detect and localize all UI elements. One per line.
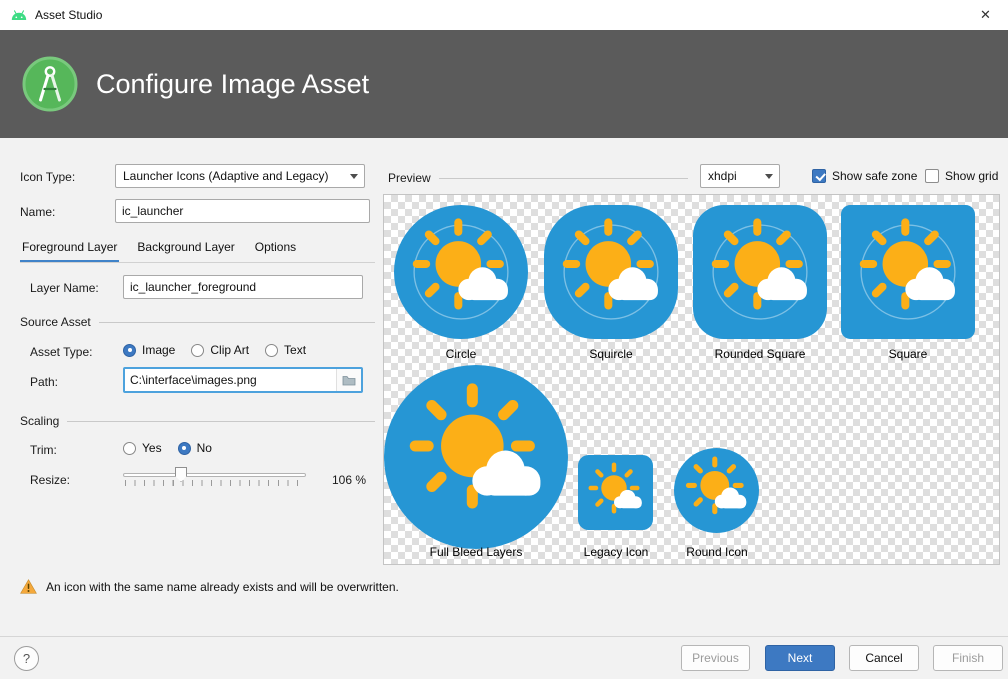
finish-button[interactable]: Finish bbox=[933, 645, 1003, 671]
layer-name-input[interactable] bbox=[123, 275, 363, 299]
show-grid-checkbox[interactable]: Show grid bbox=[925, 169, 998, 183]
preview-tile-full-bleed bbox=[384, 365, 568, 549]
radio-label: No bbox=[197, 441, 212, 455]
checkbox-label: Show grid bbox=[945, 169, 998, 183]
checkbox-icon bbox=[925, 169, 939, 183]
density-select[interactable]: xhdpi bbox=[700, 164, 780, 188]
trim-label: Trim: bbox=[30, 443, 57, 457]
radio-icon bbox=[191, 344, 204, 357]
radio-icon bbox=[123, 442, 136, 455]
tab-bar: Foreground Layer Background Layer Option… bbox=[20, 237, 298, 263]
radio-label: Yes bbox=[142, 441, 162, 455]
previous-button[interactable]: Previous bbox=[681, 645, 750, 671]
path-field bbox=[123, 367, 363, 393]
layer-name-label: Layer Name: bbox=[30, 281, 99, 295]
preview-section-header: Preview bbox=[388, 171, 688, 185]
preview-caption: Circle bbox=[394, 347, 528, 361]
tab-background-layer[interactable]: Background Layer bbox=[135, 237, 236, 263]
folder-icon bbox=[342, 375, 356, 386]
preview-tile-square bbox=[841, 205, 975, 339]
name-label: Name: bbox=[20, 205, 55, 219]
radio-text[interactable]: Text bbox=[265, 343, 306, 357]
launcher-icon-square bbox=[841, 205, 975, 339]
radio-clip-art[interactable]: Clip Art bbox=[191, 343, 249, 357]
android-icon bbox=[10, 9, 28, 22]
preview-panel: Circle Squircle Rounded Square S bbox=[383, 194, 1000, 565]
separator-line bbox=[439, 178, 688, 179]
chevron-down-icon bbox=[759, 165, 779, 187]
launcher-icon-round bbox=[674, 448, 759, 533]
preview-section-label: Preview bbox=[388, 171, 431, 185]
dialog-header: Configure Image Asset bbox=[0, 30, 1008, 138]
preview-tile-round bbox=[674, 448, 759, 533]
path-input[interactable] bbox=[125, 369, 336, 391]
source-asset-section-header: Source Asset bbox=[20, 315, 375, 329]
asset-type-radio-group: Image Clip Art Text bbox=[123, 343, 306, 357]
warning-icon bbox=[20, 579, 37, 594]
icon-type-value: Launcher Icons (Adaptive and Legacy) bbox=[123, 169, 344, 183]
tab-options[interactable]: Options bbox=[253, 237, 298, 263]
warning-message-row: An icon with the same name already exist… bbox=[20, 579, 399, 594]
radio-label: Clip Art bbox=[210, 343, 249, 357]
density-value: xhdpi bbox=[708, 169, 759, 183]
browse-button[interactable] bbox=[336, 369, 361, 391]
window-title: Asset Studio bbox=[35, 8, 102, 22]
cancel-button[interactable]: Cancel bbox=[849, 645, 919, 671]
launcher-icon-circle bbox=[394, 205, 528, 339]
separator-line bbox=[67, 421, 375, 422]
launcher-icon-full-bleed bbox=[384, 365, 568, 549]
icon-type-label: Icon Type: bbox=[20, 170, 75, 184]
android-studio-logo-icon bbox=[22, 56, 78, 112]
slider-ticks bbox=[125, 480, 306, 486]
path-label: Path: bbox=[30, 375, 58, 389]
tab-foreground-layer[interactable]: Foreground Layer bbox=[20, 237, 119, 263]
radio-icon bbox=[178, 442, 191, 455]
preview-tile-circle bbox=[394, 205, 528, 339]
radio-trim-no[interactable]: No bbox=[178, 441, 212, 455]
preview-tile-rounded-square bbox=[693, 205, 827, 339]
radio-label: Text bbox=[284, 343, 306, 357]
name-input[interactable] bbox=[115, 199, 370, 223]
next-button[interactable]: Next bbox=[765, 645, 835, 671]
preview-caption: Legacy Icon bbox=[566, 545, 666, 559]
scaling-section-header: Scaling bbox=[20, 414, 375, 428]
launcher-icon-squircle bbox=[544, 205, 678, 339]
checkbox-icon bbox=[812, 169, 826, 183]
icon-type-select[interactable]: Launcher Icons (Adaptive and Legacy) bbox=[115, 164, 365, 188]
warning-text: An icon with the same name already exist… bbox=[46, 580, 399, 594]
preview-caption: Square bbox=[841, 347, 975, 361]
preview-caption: Full Bleed Layers bbox=[394, 545, 558, 559]
title-bar: Asset Studio ✕ bbox=[0, 0, 1008, 30]
preview-caption: Squircle bbox=[544, 347, 678, 361]
resize-slider[interactable] bbox=[123, 466, 306, 488]
close-icon[interactable]: ✕ bbox=[963, 0, 1008, 30]
page-title: Configure Image Asset bbox=[96, 69, 369, 100]
radio-image[interactable]: Image bbox=[123, 343, 175, 357]
preview-caption: Round Icon bbox=[667, 545, 767, 559]
preview-caption: Rounded Square bbox=[693, 347, 827, 361]
show-safe-zone-checkbox[interactable]: Show safe zone bbox=[812, 169, 917, 183]
resize-label: Resize: bbox=[30, 473, 70, 487]
radio-icon bbox=[265, 344, 278, 357]
scaling-section-label: Scaling bbox=[20, 414, 59, 428]
asset-type-label: Asset Type: bbox=[30, 345, 92, 359]
checkbox-label: Show safe zone bbox=[832, 169, 917, 183]
source-asset-section-label: Source Asset bbox=[20, 315, 91, 329]
help-button[interactable]: ? bbox=[14, 646, 39, 671]
launcher-icon-legacy bbox=[578, 455, 653, 530]
launcher-icon-rounded-square bbox=[693, 205, 827, 339]
footer-bar: ? Previous Next Cancel Finish bbox=[0, 636, 1008, 679]
trim-radio-group: Yes No bbox=[123, 441, 212, 455]
radio-label: Image bbox=[142, 343, 175, 357]
preview-tile-legacy bbox=[578, 455, 653, 530]
slider-track bbox=[123, 473, 306, 477]
resize-value: 106 % bbox=[332, 473, 366, 487]
radio-icon bbox=[123, 344, 136, 357]
asset-studio-dialog: Asset Studio ✕ Configure Image Asset Ico… bbox=[0, 0, 1008, 679]
preview-tile-squircle bbox=[544, 205, 678, 339]
separator-line bbox=[99, 322, 375, 323]
chevron-down-icon bbox=[344, 165, 364, 187]
radio-trim-yes[interactable]: Yes bbox=[123, 441, 162, 455]
tab-separator-line bbox=[20, 262, 375, 263]
